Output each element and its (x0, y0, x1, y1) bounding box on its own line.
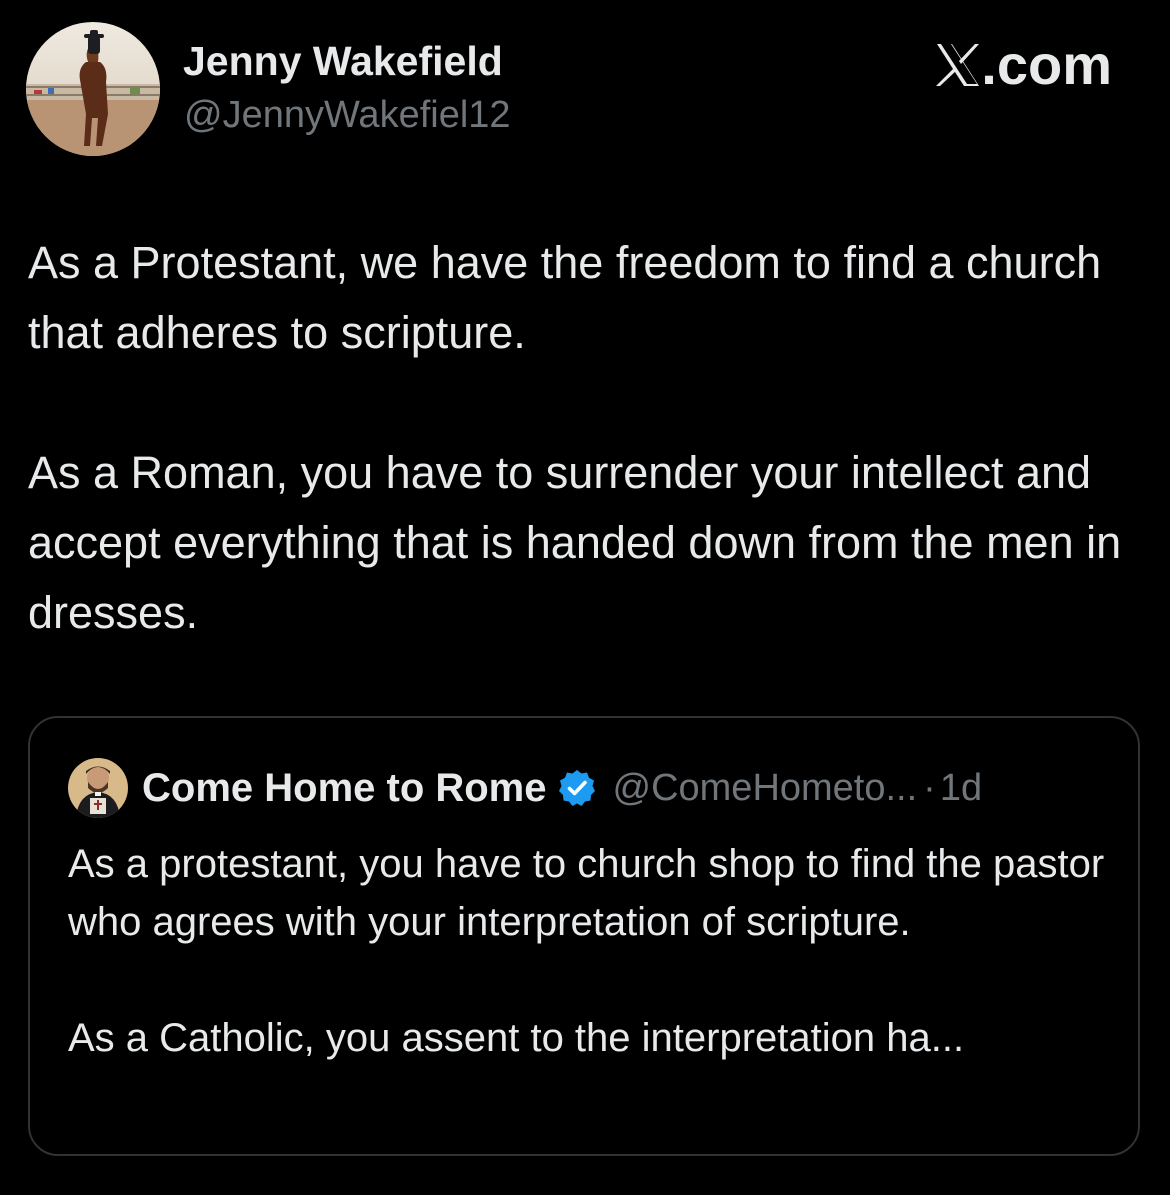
verified-badge-icon (558, 770, 595, 806)
header-separator: · (923, 766, 936, 809)
quoted-post-paragraph: As a Catholic, you assent to the interpr… (68, 1016, 965, 1060)
quoted-post-card[interactable]: Come Home to Rome @ComeHometo... · 1d As… (28, 716, 1140, 1156)
quoted-post-timestamp[interactable]: 1d (940, 767, 982, 810)
quoted-author-handle[interactable]: @ComeHometo... (613, 767, 918, 810)
priest-avatar (68, 758, 128, 818)
horse-rider-avatar (26, 22, 160, 156)
site-brand: .com (935, 32, 1112, 97)
quoted-post-header: Come Home to Rome @ComeHometo... · 1d (68, 758, 982, 818)
post-text: As a Protestant, we have the freedom to … (28, 228, 1148, 648)
quoted-author-avatar[interactable] (68, 758, 128, 818)
x-logo-icon (936, 43, 980, 86)
quoted-post-paragraph: As a protestant, you have to church shop… (68, 842, 1105, 944)
quoted-post-text: As a protestant, you have to church shop… (68, 835, 1108, 1067)
post-paragraph: As a Roman, you have to surrender your i… (28, 447, 1122, 638)
author-handle[interactable]: @JennyWakefiel12 (184, 94, 511, 137)
quoted-author-display-name[interactable]: Come Home to Rome (142, 766, 547, 811)
post-paragraph: As a Protestant, we have the freedom to … (28, 237, 1102, 358)
author-display-name[interactable]: Jenny Wakefield (183, 38, 503, 85)
author-avatar[interactable] (26, 22, 160, 156)
brand-suffix: .com (981, 33, 1112, 96)
